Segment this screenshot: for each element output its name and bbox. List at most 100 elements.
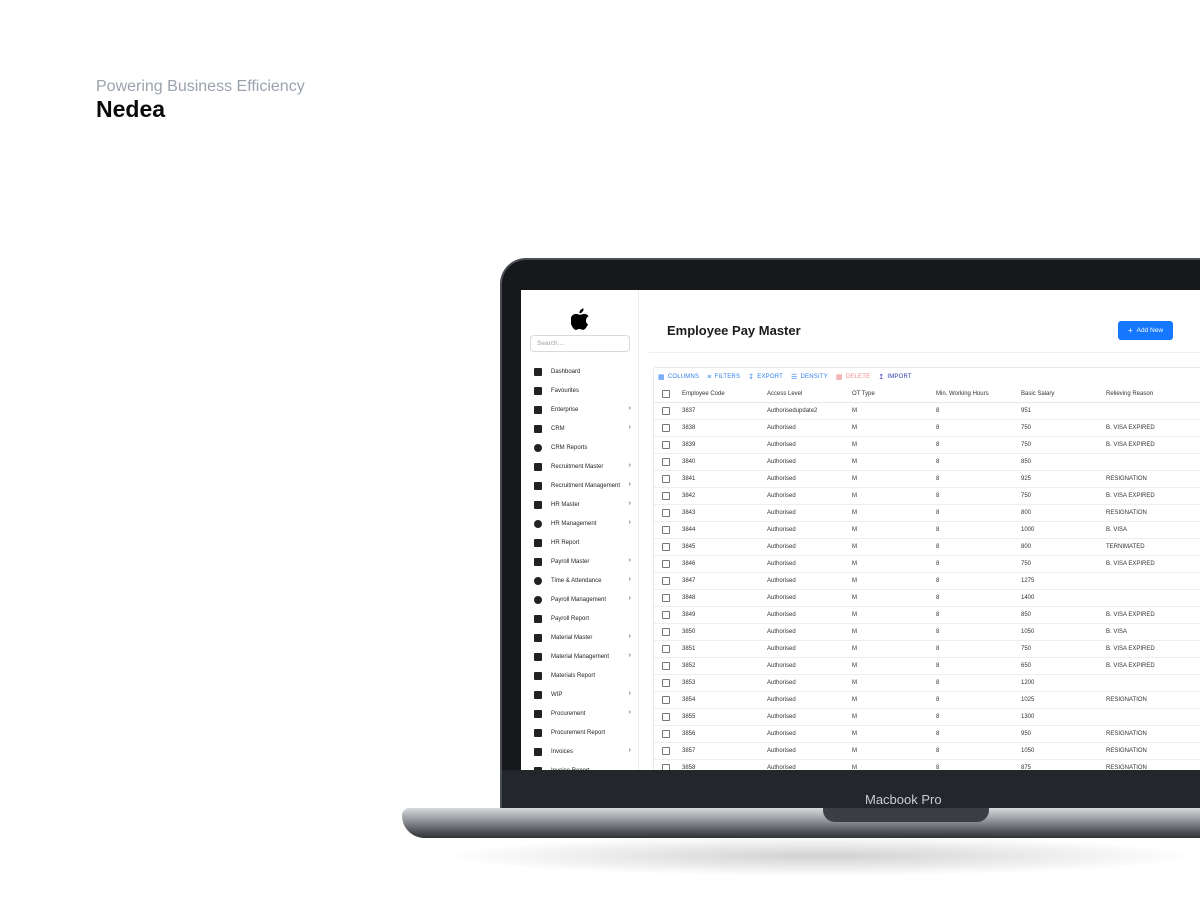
row-checkbox[interactable] (662, 424, 670, 432)
table-row[interactable]: 3843 Authorised M 8 800 RESIGNATION (654, 505, 1200, 522)
cell-access-level: Authorised (767, 527, 796, 533)
sidebar-item[interactable]: HR Report (521, 533, 639, 552)
table-row[interactable]: 3838 Authorised M 8 750 B. VISA EXPIRED (654, 420, 1200, 437)
export-button[interactable]: ↧ EXPORT (748, 373, 783, 381)
sidebar-item[interactable]: Invoices › (521, 742, 639, 761)
density-button[interactable]: ☰ DENSITY (791, 373, 828, 381)
sidebar-item[interactable]: Payroll Report (521, 609, 639, 628)
cell-basic-salary: 800 (1021, 510, 1032, 516)
table-row[interactable]: 3840 Authorised M 8 850 (654, 454, 1200, 471)
row-checkbox[interactable] (662, 764, 670, 770)
row-checkbox[interactable] (662, 713, 670, 721)
row-checkbox[interactable] (662, 730, 670, 738)
sidebar-search-input[interactable]: Search.... (530, 335, 630, 352)
table-row[interactable]: 3849 Authorised M 8 850 B. VISA EXPIRED (654, 607, 1200, 624)
sidebar-item[interactable]: Material Master › (521, 628, 639, 647)
apple-logo-icon (571, 308, 589, 330)
delete-button[interactable]: ▦ DELETE (836, 373, 870, 381)
brand-name: Nedea (96, 96, 166, 122)
sidebar-item[interactable]: Materials Report (521, 666, 639, 685)
sidebar-item[interactable]: Dashboard (521, 362, 639, 381)
sidebar-item[interactable]: Payroll Master › (521, 552, 639, 571)
cell-access-level: Authorised (767, 476, 796, 482)
add-new-button[interactable]: + Add New (1118, 321, 1173, 340)
table-row[interactable]: 3844 Authorised M 8 1000 B. VISA (654, 522, 1200, 539)
table-row[interactable]: 3842 Authorised M 8 750 B. VISA EXPIRED (654, 488, 1200, 505)
row-checkbox[interactable] (662, 458, 670, 466)
sidebar-item[interactable]: HR Master › (521, 495, 639, 514)
row-checkbox[interactable] (662, 577, 670, 585)
sidebar-item[interactable]: Procurement › (521, 704, 639, 723)
cell-basic-salary: 850 (1021, 612, 1032, 618)
row-checkbox[interactable] (662, 407, 670, 415)
cell-relieving-reason: RESIGNATION (1106, 731, 1147, 737)
table-row[interactable]: 3839 Authorised M 8 750 B. VISA EXPIRED (654, 437, 1200, 454)
table-row[interactable]: 3847 Authorised M 8 1275 (654, 573, 1200, 590)
table-row[interactable]: 3848 Authorised M 8 1400 (654, 590, 1200, 607)
chevron-right-icon: › (628, 747, 631, 754)
sidebar-item[interactable]: Invoice Report (521, 761, 639, 770)
column-header-ot-type[interactable]: OT Type (852, 391, 936, 397)
table-row[interactable]: 3856 Authorised M 8 950 RESIGNATION (654, 726, 1200, 743)
table-row[interactable]: 3851 Authorised M 8 750 B. VISA EXPIRED (654, 641, 1200, 658)
row-checkbox[interactable] (662, 441, 670, 449)
select-all-checkbox[interactable] (662, 390, 670, 398)
sidebar-item[interactable]: Material Management › (521, 647, 639, 666)
row-checkbox[interactable] (662, 543, 670, 551)
sidebar-item[interactable]: CRM Reports (521, 438, 639, 457)
columns-button[interactable]: ▦ COLUMNS (658, 373, 699, 381)
table-row[interactable]: 3855 Authorised M 8 1300 (654, 709, 1200, 726)
sidebar-item[interactable]: Recruitment Master › (521, 457, 639, 476)
row-checkbox[interactable] (662, 696, 670, 704)
table-row[interactable]: 3837 Authorisedupdate2 M 8 951 (654, 403, 1200, 420)
row-checkbox[interactable] (662, 594, 670, 602)
sidebar-item[interactable]: Payroll Management › (521, 590, 639, 609)
row-checkbox[interactable] (662, 560, 670, 568)
cell-employee-code: 3847 (682, 578, 696, 584)
download-icon: ↧ (748, 374, 755, 381)
row-checkbox[interactable] (662, 662, 670, 670)
table-row[interactable]: 3841 Authorised M 8 925 RESIGNATION (654, 471, 1200, 488)
column-header-min-working-hours[interactable]: Min. Working Hours (936, 391, 1021, 397)
cell-min-working-hours: 8 (936, 561, 940, 567)
table-row[interactable]: 3850 Authorised M 8 1050 B. VISA (654, 624, 1200, 641)
table-row[interactable]: 3858 Authorised M 8 875 RESIGNATION (654, 760, 1200, 770)
column-header-access-level[interactable]: Access Level (767, 391, 852, 397)
cell-min-working-hours: 8 (936, 459, 940, 465)
filters-label: FILTERS (714, 374, 741, 380)
sidebar-item[interactable]: HR Management › (521, 514, 639, 533)
filters-button[interactable]: ≡ FILTERS (707, 373, 740, 381)
cell-basic-salary: 1200 (1021, 680, 1035, 686)
row-checkbox[interactable] (662, 526, 670, 534)
sidebar-item[interactable]: Enterprise › (521, 400, 639, 419)
row-checkbox[interactable] (662, 475, 670, 483)
row-checkbox[interactable] (662, 611, 670, 619)
row-checkbox[interactable] (662, 492, 670, 500)
sidebar-item[interactable]: CRM › (521, 419, 639, 438)
work-icon (534, 690, 542, 699)
table-row[interactable]: 3846 Authorised M 8 750 B. VISA EXPIRED (654, 556, 1200, 573)
table-row[interactable]: 3853 Authorised M 8 1200 (654, 675, 1200, 692)
row-checkbox[interactable] (662, 509, 670, 517)
info-icon (534, 443, 542, 452)
sidebar-item[interactable]: Procurement Report (521, 723, 639, 742)
sidebar-item[interactable]: Recruitment Management › (521, 476, 639, 495)
row-checkbox[interactable] (662, 747, 670, 755)
column-header-basic-salary[interactable]: Basic Salary (1021, 391, 1106, 397)
sidebar-item[interactable]: Time & Attendance › (521, 571, 639, 590)
cell-basic-salary: 750 (1021, 493, 1032, 499)
row-checkbox[interactable] (662, 679, 670, 687)
table-row[interactable]: 3854 Authorised M 8 1025 RESIGNATION (654, 692, 1200, 709)
sidebar-item[interactable]: WIP › (521, 685, 639, 704)
import-button[interactable]: ↥ IMPORT (878, 373, 912, 381)
sidebar-item[interactable]: Favourites (521, 381, 639, 400)
table-row[interactable]: 3857 Authorised M 8 1050 RESIGNATION (654, 743, 1200, 760)
row-checkbox[interactable] (662, 628, 670, 636)
column-header-employee-code[interactable]: Employee Code (682, 391, 767, 397)
column-header-relieving-reason[interactable]: Relieving Reason (1106, 391, 1196, 397)
row-checkbox[interactable] (662, 645, 670, 653)
table-row[interactable]: 3852 Authorised M 8 650 B. VISA EXPIRED (654, 658, 1200, 675)
cell-ot-type: M (852, 578, 857, 584)
table-row[interactable]: 3845 Authorised M 8 800 TERNIMATED (654, 539, 1200, 556)
category-icon (534, 633, 542, 642)
